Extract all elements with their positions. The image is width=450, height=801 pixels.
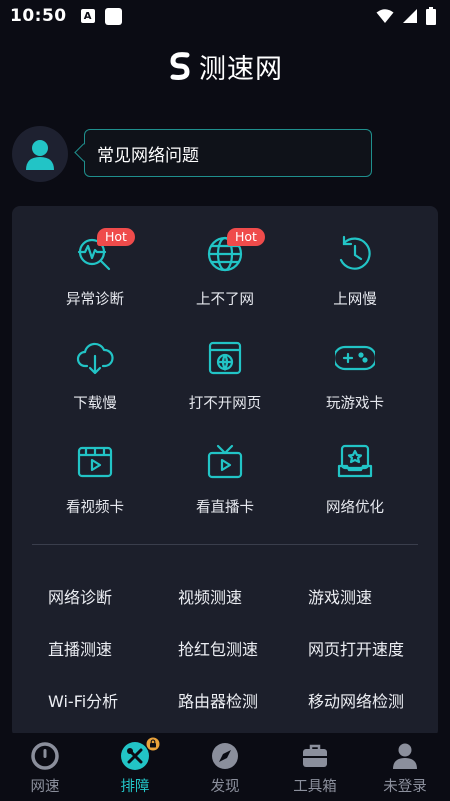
wifi-icon xyxy=(376,9,394,23)
nav-label: 发现 xyxy=(210,779,240,795)
grid-item-no-internet[interactable]: Hot 上不了网 xyxy=(160,206,290,308)
status-time: 10:50 xyxy=(10,6,67,26)
signal-icon xyxy=(403,9,417,23)
tool-red-packet-speed[interactable]: 抢红包测速 xyxy=(178,636,258,660)
common-problems-label: 常见网络问题 xyxy=(97,145,199,166)
bottom-nav: 网速 排障 发现 工具箱 未登录 xyxy=(0,733,450,801)
grid-item-video-lag[interactable]: 看视频卡 xyxy=(30,414,160,516)
nav-label: 未登录 xyxy=(383,779,427,795)
tool-live-speed[interactable]: 直播测速 xyxy=(48,636,112,660)
logo-text: 测速网 xyxy=(199,53,283,85)
nav-label: 网速 xyxy=(30,779,60,795)
abnormal-diagnosis-icon: Hot xyxy=(75,228,135,274)
notification-a-icon: A xyxy=(80,9,95,23)
nav-label: 工具箱 xyxy=(293,779,337,795)
nav-label: 排障 xyxy=(120,779,150,795)
common-problems-bubble[interactable]: 常见网络问题 xyxy=(84,129,372,177)
grid-item-abnormal-diagnosis[interactable]: Hot 异常诊断 xyxy=(30,206,160,308)
tool-webpage-speed[interactable]: 网页打开速度 xyxy=(308,636,404,660)
grid-item-live-lag[interactable]: 看直播卡 xyxy=(160,414,290,516)
video-icon xyxy=(75,442,115,482)
globe-icon: Hot xyxy=(205,228,265,274)
speedometer-icon xyxy=(30,741,60,771)
user-avatar-icon xyxy=(26,140,54,170)
compass-icon xyxy=(210,741,240,771)
notification-square-icon xyxy=(104,7,122,25)
app-logo: 测速网 xyxy=(0,48,450,85)
toolbox-icon xyxy=(300,741,330,771)
tool-game-speed[interactable]: 游戏测速 xyxy=(308,584,372,608)
tool-wifi-analysis[interactable]: Wi-Fi分析 xyxy=(48,688,118,712)
tool-router-check[interactable]: 路由器检测 xyxy=(178,688,258,712)
nav-account[interactable]: 未登录 xyxy=(360,741,450,797)
divider xyxy=(32,544,418,545)
grid-item-webpage-fail[interactable]: 打不开网页 xyxy=(160,310,290,412)
webpage-icon xyxy=(205,338,245,378)
troubleshoot-card: Hot 异常诊断 Hot 上不了网 上网慢 下载慢 打不开网页 玩游戏卡 看视频… xyxy=(12,206,438,738)
battery-icon xyxy=(426,7,436,25)
optimize-icon xyxy=(335,442,375,482)
tool-video-speed[interactable]: 视频测速 xyxy=(178,584,242,608)
hot-badge: Hot xyxy=(227,228,265,246)
logo-s-icon xyxy=(170,52,190,80)
grid-item-slow-internet[interactable]: 上网慢 xyxy=(290,206,420,308)
grid-label: 下载慢 xyxy=(73,396,117,412)
tool-network-diagnosis[interactable]: 网络诊断 xyxy=(48,584,112,608)
grid-label: 看直播卡 xyxy=(196,500,254,516)
tool-mobile-network-check[interactable]: 移动网络检测 xyxy=(308,688,404,712)
hot-badge: Hot xyxy=(97,228,135,246)
grid-label: 网络优化 xyxy=(326,500,384,516)
grid-item-slow-download[interactable]: 下载慢 xyxy=(30,310,160,412)
gamepad-icon xyxy=(332,338,378,378)
grid-label: 打不开网页 xyxy=(188,396,262,412)
nav-discover[interactable]: 发现 xyxy=(180,741,270,797)
status-bar: 10:50 A xyxy=(0,0,450,32)
grid-label: 异常诊断 xyxy=(66,292,124,308)
nav-speed[interactable]: 网速 xyxy=(0,741,90,797)
avatar[interactable] xyxy=(12,126,68,182)
grid-label: 上网慢 xyxy=(333,292,377,308)
nav-troubleshoot[interactable]: 排障 xyxy=(90,737,180,797)
cloud-download-icon xyxy=(75,338,115,378)
clock-icon xyxy=(335,234,375,274)
user-icon xyxy=(390,741,420,771)
grid-label: 上不了网 xyxy=(196,292,254,308)
grid-item-game-lag[interactable]: 玩游戏卡 xyxy=(290,310,420,412)
grid-item-network-optimize[interactable]: 网络优化 xyxy=(290,414,420,516)
grid-label: 玩游戏卡 xyxy=(326,396,384,412)
nav-toolbox[interactable]: 工具箱 xyxy=(270,741,360,797)
lock-badge-icon xyxy=(146,737,160,751)
tv-icon xyxy=(205,442,245,482)
tools-icon xyxy=(120,737,160,771)
grid-label: 看视频卡 xyxy=(66,500,124,516)
